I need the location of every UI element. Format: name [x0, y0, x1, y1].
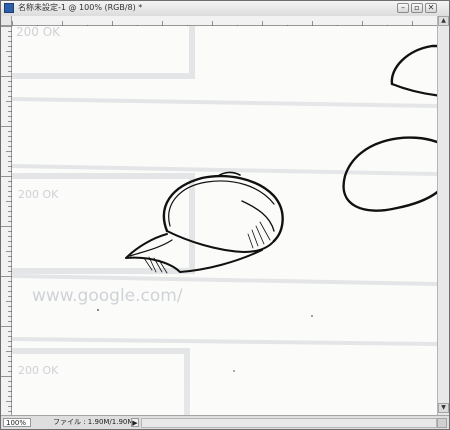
faint-ok-label-3: 200 OK [18, 364, 59, 377]
faint-ok-label-1: 200 OK [16, 26, 61, 39]
speck [311, 315, 313, 317]
faint-band-lower [12, 274, 437, 286]
document-window: 名称未設定-1 @ 100% (RGB/8) * – ▫ ✕ 200 OK 20… [0, 0, 450, 430]
head-sketches [342, 44, 437, 212]
scroll-up-button[interactable]: ▲ [438, 16, 449, 26]
title-bar[interactable]: 名称未設定-1 @ 100% (RGB/8) * – ▫ ✕ [1, 1, 449, 17]
status-menu-arrow[interactable]: ▶ [131, 418, 139, 427]
restore-button[interactable]: ▫ [411, 3, 423, 13]
vertical-ruler[interactable] [1, 26, 12, 415]
file-size-info: ファイル : 1.90M/1.90M [53, 418, 134, 426]
faint-band-top [12, 97, 437, 108]
vertical-scrollbar[interactable]: ▲ ▼ [437, 16, 449, 415]
faint-band-bottom [12, 337, 437, 346]
faint-frame-bottom [12, 348, 190, 415]
cap-crown-inner [168, 180, 275, 227]
photoshop-doc-icon [4, 3, 14, 13]
head-circle-top-base [390, 82, 437, 97]
head-circle-top [390, 44, 437, 86]
cap-shading-right [247, 221, 271, 249]
faint-url-text: www.google.com/ [32, 286, 183, 306]
cap-band [166, 230, 275, 253]
document-title: 名称未設定-1 @ 100% (RGB/8) * [18, 3, 143, 12]
faint-ok-label-2: 200 OK [18, 188, 59, 201]
horizontal-scrollbar[interactable] [141, 418, 437, 428]
zoom-level-field[interactable]: 100% [3, 418, 31, 427]
cap-drawing [125, 171, 284, 274]
cap-brim-edge [129, 239, 173, 257]
faint-background-layer [12, 26, 437, 415]
ruler-origin[interactable] [1, 16, 12, 26]
cap-seam [241, 200, 275, 232]
speck [233, 370, 235, 372]
scroll-down-button[interactable]: ▼ [438, 403, 449, 413]
document-canvas[interactable]: 200 OK 200 OK 200 OK www.google.com/ [12, 26, 437, 415]
speck [97, 309, 99, 311]
vertical-ruler-ticks [1, 26, 12, 412]
minimize-button[interactable]: – [397, 3, 409, 13]
close-button[interactable]: ✕ [425, 3, 437, 13]
canvas-artwork: 200 OK 200 OK 200 OK www.google.com/ [12, 26, 437, 415]
window-resize-grip[interactable] [437, 418, 447, 428]
horizontal-ruler[interactable] [12, 16, 437, 31]
status-bar: 100% ファイル : 1.90M/1.90M ▶ [1, 415, 449, 429]
